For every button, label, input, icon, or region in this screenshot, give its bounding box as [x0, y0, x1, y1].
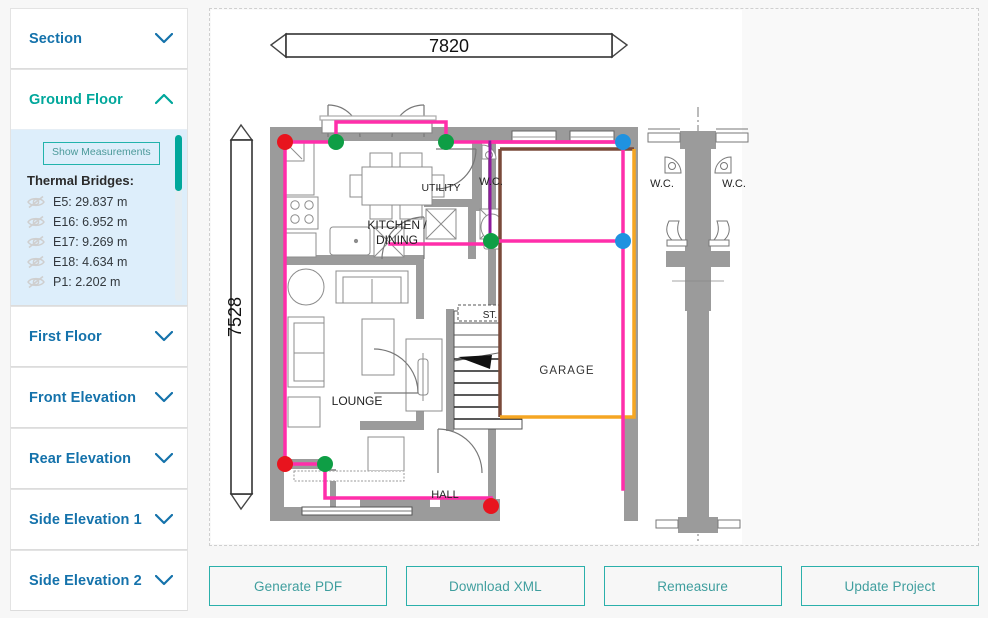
- accordion-item-rear-elevation: Rear Elevation: [10, 428, 188, 489]
- sidebar: Section Ground Floor Show Measurements T…: [10, 8, 188, 612]
- remeasure-button[interactable]: Remeasure: [603, 566, 782, 606]
- accordion-item-section: Section: [10, 8, 188, 69]
- thermal-bridge-label: E18: 4.634 m: [53, 254, 128, 269]
- section-label-wc-left: W.C.: [650, 178, 674, 190]
- accordion-item-side-elevation-2: Side Elevation 2: [10, 550, 188, 611]
- wall-section-detail: W.C. W.C.: [647, 107, 749, 541]
- junction-node-green[interactable]: [317, 456, 333, 472]
- dimension-left: 7528: [225, 123, 254, 511]
- ground-floor-panel: Show Measurements Thermal Bridges: E5: 2…: [11, 129, 187, 305]
- thermal-bridge-row[interactable]: E17: 9.269 m: [27, 232, 171, 252]
- floor-plan-drawing[interactable]: 7820 7528 GARAGE KITCHEN / DINING UTILIT…: [210, 9, 980, 547]
- thermal-bridges-heading: Thermal Bridges:: [27, 172, 134, 188]
- thermal-bridge-row[interactable]: P1: 2.202 m: [27, 272, 171, 292]
- garage-room: GARAGE: [498, 147, 636, 419]
- sidebar-item-label: Front Elevation: [29, 389, 137, 406]
- section-label-wc-right: W.C.: [722, 178, 746, 190]
- thermal-bridge-label: E5: 29.837 m: [53, 194, 128, 209]
- junction-node-green[interactable]: [438, 134, 454, 150]
- room-label-garage: GARAGE: [539, 365, 594, 377]
- accordion-item-ground-floor: Ground Floor Show Measurements Thermal B…: [10, 69, 188, 306]
- junction-node-red[interactable]: [277, 456, 293, 472]
- accordion-item-front-elevation: Front Elevation: [10, 367, 188, 428]
- generate-pdf-button[interactable]: Generate PDF: [209, 566, 388, 606]
- junction-node-green[interactable]: [328, 134, 344, 150]
- app-root: Section Ground Floor Show Measurements T…: [0, 0, 988, 618]
- room-label-kitchen-dining-2: DINING: [376, 233, 418, 247]
- eye-slash-icon[interactable]: [27, 275, 45, 289]
- sidebar-item-front-elevation[interactable]: Front Elevation: [11, 368, 187, 427]
- chevron-down-icon[interactable]: [155, 575, 173, 586]
- junction-node-red[interactable]: [483, 498, 499, 514]
- chevron-down-icon[interactable]: [155, 392, 173, 403]
- room-label-lounge: LOUNGE: [332, 394, 383, 408]
- sidebar-item-first-floor[interactable]: First Floor: [11, 307, 187, 366]
- room-label-wc: W.C.: [479, 176, 503, 188]
- download-xml-button[interactable]: Download XML: [406, 566, 585, 606]
- thermal-bridge-row[interactable]: E16: 6.952 m: [27, 212, 171, 232]
- floor-plan-canvas[interactable]: 7820 7528 GARAGE KITCHEN / DINING UTILIT…: [209, 8, 979, 546]
- eye-slash-icon[interactable]: [27, 255, 45, 269]
- sidebar-item-rear-elevation[interactable]: Rear Elevation: [11, 429, 187, 488]
- thermal-bridges-list: E5: 29.837 m E16: 6.952 m E17: 9.269 m E…: [27, 192, 171, 292]
- dimension-top-label: 7820: [429, 36, 469, 56]
- thermal-bridge-row[interactable]: E18: 4.634 m: [27, 252, 171, 272]
- chevron-down-icon[interactable]: [155, 453, 173, 464]
- thermal-bridge-label: P1: 2.202 m: [53, 274, 121, 289]
- sidebar-item-label: Side Elevation 1: [29, 511, 142, 528]
- panel-scrollbar-thumb[interactable]: [175, 135, 182, 191]
- chevron-down-icon[interactable]: [155, 33, 173, 44]
- junction-node-blue[interactable]: [615, 134, 631, 150]
- sidebar-item-label: Ground Floor: [29, 91, 123, 108]
- sidebar-item-label: First Floor: [29, 328, 102, 345]
- chevron-up-icon[interactable]: [155, 94, 173, 105]
- thermal-bridge-label: E17: 9.269 m: [53, 234, 128, 249]
- room-label-store: ST.: [483, 310, 497, 321]
- room-label-utility: UTILITY: [421, 182, 460, 194]
- sidebar-item-side-elevation-2[interactable]: Side Elevation 2: [11, 551, 187, 610]
- room-label-hall: HALL: [431, 489, 459, 501]
- chevron-down-icon[interactable]: [155, 331, 173, 342]
- junction-node-green[interactable]: [483, 233, 499, 249]
- eye-slash-icon[interactable]: [27, 195, 45, 209]
- sidebar-item-section[interactable]: Section: [11, 9, 187, 68]
- sidebar-item-label: Section: [29, 30, 83, 47]
- sidebar-item-label: Side Elevation 2: [29, 572, 142, 589]
- dimension-top: 7820: [269, 32, 629, 59]
- action-button-row: Generate PDF Download XML Remeasure Upda…: [209, 566, 979, 606]
- update-project-button[interactable]: Update Project: [800, 566, 979, 606]
- chevron-down-icon[interactable]: [155, 514, 173, 525]
- room-label-kitchen-dining-1: KITCHEN /: [367, 218, 427, 232]
- dimension-left-label: 7528: [225, 297, 245, 337]
- accordion-item-first-floor: First Floor: [10, 306, 188, 367]
- junction-node-blue[interactable]: [615, 233, 631, 249]
- eye-slash-icon[interactable]: [27, 215, 45, 229]
- thermal-bridge-label: E16: 6.952 m: [53, 214, 128, 229]
- sidebar-item-ground-floor[interactable]: Ground Floor: [11, 70, 187, 129]
- accordion-item-side-elevation-1: Side Elevation 1: [10, 489, 188, 550]
- thermal-bridge-row[interactable]: E5: 29.837 m: [27, 192, 171, 212]
- sidebar-item-label: Rear Elevation: [29, 450, 132, 467]
- show-measurements-button[interactable]: Show Measurements: [43, 142, 160, 165]
- junction-node-red[interactable]: [277, 134, 293, 150]
- sidebar-item-side-elevation-1[interactable]: Side Elevation 1: [11, 490, 187, 549]
- eye-slash-icon[interactable]: [27, 235, 45, 249]
